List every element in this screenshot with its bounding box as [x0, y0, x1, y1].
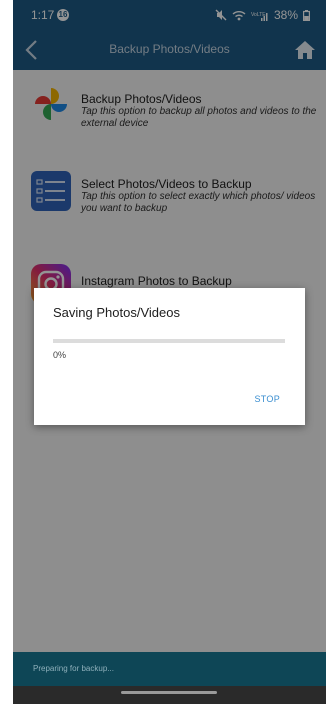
progress-bar — [53, 339, 285, 343]
saving-progress-dialog: Saving Photos/Videos 0% STOP — [34, 288, 305, 425]
progress-percent: 0% — [53, 350, 67, 360]
home-indicator[interactable] — [121, 691, 217, 694]
stop-button[interactable]: STOP — [254, 394, 280, 404]
backup-status-text: Preparing for backup... — [33, 664, 114, 673]
dialog-title: Saving Photos/Videos — [53, 305, 180, 320]
phone-screen: 1:17 16 VoLTE 38% Backup Photos/Videos B… — [13, 0, 326, 704]
bottom-status-bar: Preparing for backup... — [13, 652, 326, 686]
system-navigation-bar — [13, 686, 326, 704]
